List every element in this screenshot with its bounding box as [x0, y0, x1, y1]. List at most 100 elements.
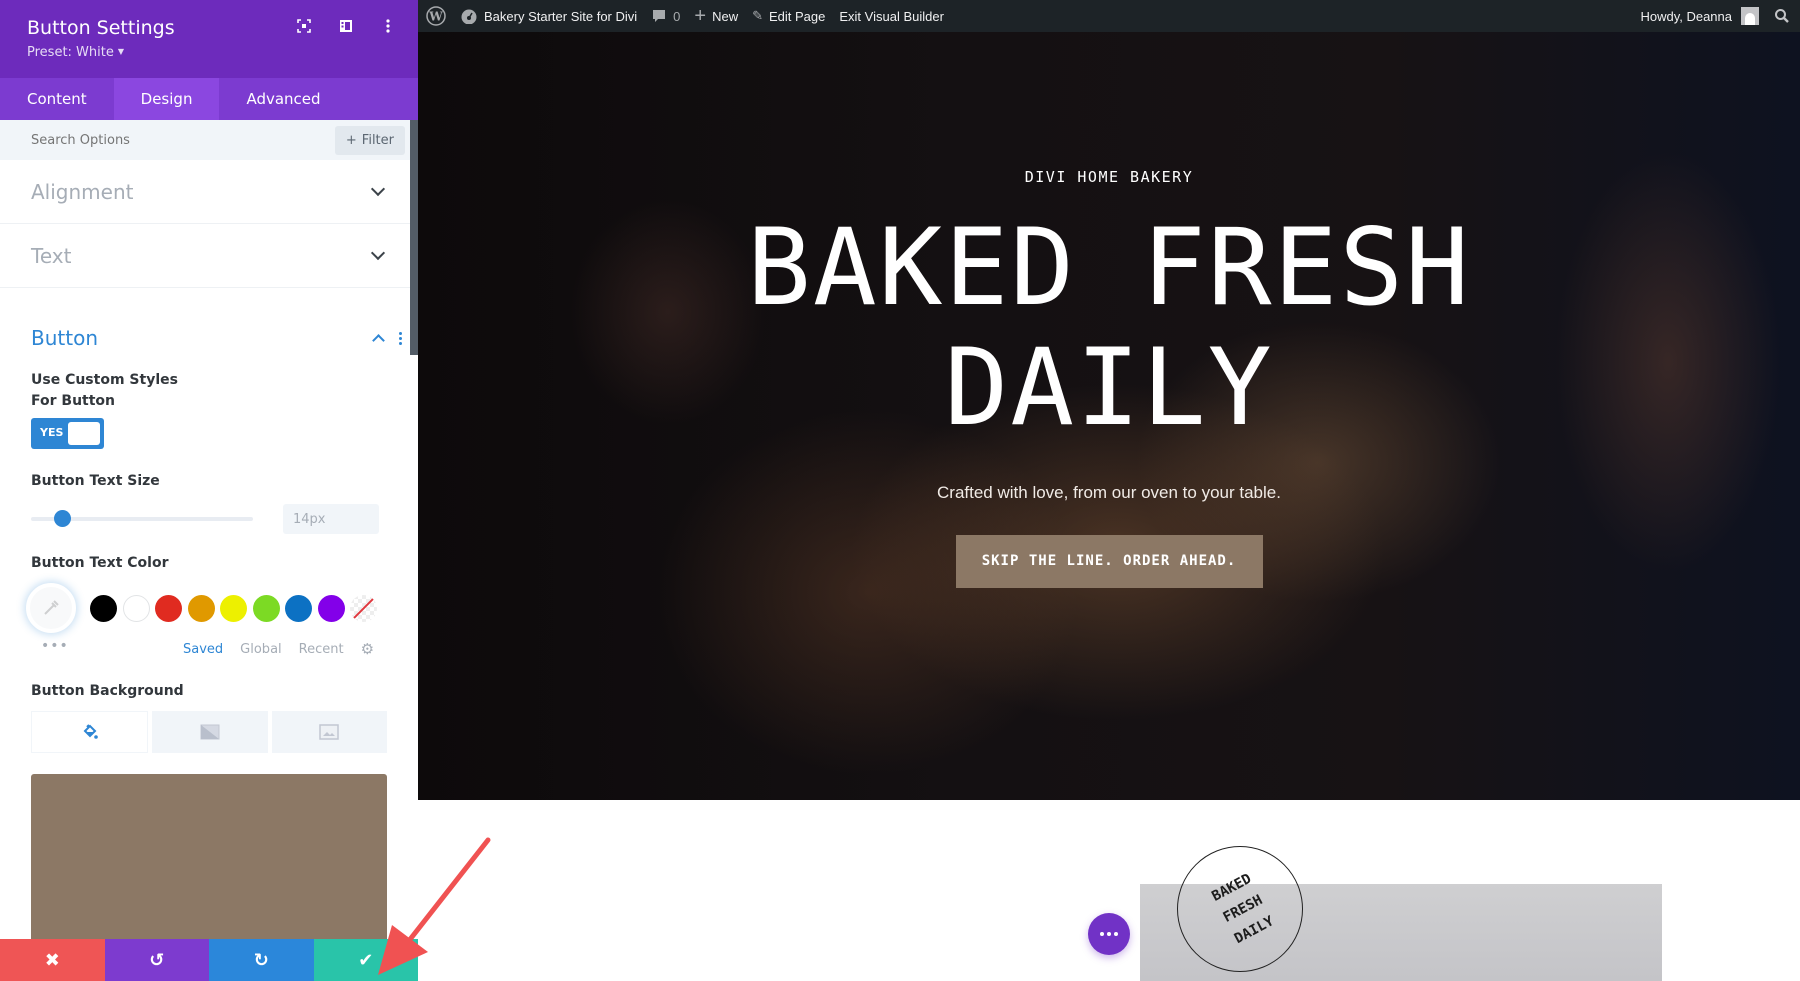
redo-icon: ↻	[253, 949, 269, 971]
panel-scrollbar[interactable]	[410, 120, 418, 355]
avatar[interactable]	[1741, 7, 1759, 25]
site-name: Bakery Starter Site for Divi	[484, 8, 638, 24]
group-title: Alignment	[31, 179, 134, 204]
split-view-icon[interactable]	[338, 18, 354, 34]
swatch-orange[interactable]	[187, 594, 215, 622]
preset-label: Preset: White	[27, 45, 114, 60]
settings-panel: Button Settings Preset: White ▼ Content D…	[0, 0, 418, 981]
palette-tab-recent[interactable]: Recent	[299, 642, 344, 657]
plus-icon: +	[694, 5, 707, 27]
bg-tab-gradient[interactable]	[152, 711, 268, 753]
image-icon	[319, 724, 340, 740]
account-area: Howdy, Deanna	[1640, 7, 1790, 25]
wordpress-logo-icon: W	[426, 6, 446, 26]
search-icon[interactable]	[1774, 8, 1790, 24]
gear-icon[interactable]: ⚙	[361, 640, 374, 658]
order-ahead-button[interactable]: SKIP THE LINE. ORDER AHEAD.	[955, 535, 1263, 588]
panel-header-actions	[296, 18, 396, 34]
custom-styles-label: Use Custom Styles For Button	[31, 372, 178, 409]
undo-button[interactable]: ↺	[104, 939, 209, 981]
pencil-icon: ✎	[752, 8, 763, 23]
background-type-tabs	[31, 711, 387, 753]
chevron-down-icon	[370, 245, 386, 261]
palette-tab-saved[interactable]: Saved	[183, 642, 223, 657]
swatch-yellow[interactable]	[220, 594, 247, 622]
undo-icon: ↺	[149, 949, 165, 971]
group-alignment[interactable]: Alignment	[0, 160, 418, 224]
hero-content: DIVI HOME BAKERY BAKED FRESH DAILY Craft…	[418, 32, 1800, 588]
filter-button[interactable]: + Filter	[334, 126, 405, 155]
new-label: New	[712, 8, 739, 24]
bg-tab-color[interactable]	[31, 711, 149, 753]
swatch-blue[interactable]	[285, 594, 312, 622]
more-vertical-icon[interactable]	[380, 18, 396, 34]
user-greeting[interactable]: Howdy, Deanna	[1640, 9, 1732, 24]
panel-tabs: Content Design Advanced	[0, 78, 418, 120]
discard-button[interactable]: ✖	[0, 939, 105, 981]
checkmark-icon: ✔	[358, 949, 374, 971]
text-size-label: Button Text Size	[31, 473, 160, 489]
next-section: BAKED FRESH DAILY	[418, 800, 1800, 981]
group-button-header[interactable]: Button	[31, 288, 402, 370]
site-name-link[interactable]: Bakery Starter Site for Divi	[460, 8, 637, 24]
background-color-preview[interactable]	[31, 774, 387, 949]
slider-handle[interactable]	[54, 510, 72, 527]
group-title: Button	[31, 326, 98, 350]
focus-icon[interactable]	[296, 18, 312, 34]
chevron-up-icon[interactable]	[372, 334, 385, 347]
comment-icon	[653, 10, 666, 22]
palette-tab-global[interactable]: Global	[240, 642, 281, 657]
hero-section[interactable]: DIVI HOME BAKERY BAKED FRESH DAILY Craft…	[418, 32, 1800, 800]
wordpress-menu[interactable]: W	[426, 6, 446, 26]
text-size-control	[31, 503, 387, 535]
text-size-slider[interactable]	[31, 510, 253, 527]
hero-heading-line-1: BAKED FRESH	[747, 206, 1471, 329]
save-button[interactable]: ✔	[313, 939, 418, 981]
hero-subtitle: DIVI HOME BAKERY	[1024, 168, 1194, 186]
swatch-red[interactable]	[155, 594, 182, 622]
filter-label: Filter	[361, 133, 394, 148]
comments-link[interactable]: 0	[651, 8, 680, 24]
caret-down-icon: ▼	[117, 47, 125, 56]
wp-admin-bar: W Bakery Starter Site for Divi 0 + New ✎…	[418, 0, 1800, 32]
redo-button[interactable]: ↻	[209, 939, 314, 981]
swatch-white[interactable]	[122, 594, 150, 622]
tab-content[interactable]: Content	[0, 78, 114, 120]
palette-tabs: ••• Saved Global Recent ⚙	[31, 638, 387, 659]
group-button: Button Use Custom Styles For Button YES …	[0, 288, 418, 949]
swatch-purple[interactable]	[317, 594, 345, 622]
section-options-button[interactable]	[1088, 913, 1130, 955]
group-text[interactable]: Text	[0, 224, 418, 288]
tab-design[interactable]: Design	[113, 78, 220, 120]
more-vertical-icon[interactable]	[399, 331, 402, 345]
swatch-none[interactable]	[350, 594, 377, 622]
hero-heading-line-2: DAILY	[944, 326, 1274, 449]
color-swatches	[26, 583, 387, 633]
plus-icon: +	[345, 133, 357, 148]
more-colors-button[interactable]: •••	[31, 638, 183, 654]
custom-styles-toggle[interactable]: YES	[31, 418, 104, 449]
hero-tagline: Crafted with love, from our oven to your…	[937, 483, 1281, 502]
hero-heading: BAKED FRESH DAILY	[418, 208, 1800, 448]
toggle-state: YES	[40, 426, 64, 439]
edit-page-label: Edit Page	[769, 8, 826, 24]
swatch-green[interactable]	[252, 594, 280, 622]
text-color-label: Button Text Color	[31, 555, 169, 571]
preset-selector[interactable]: Preset: White ▼	[27, 45, 418, 60]
edit-page-link[interactable]: ✎ Edit Page	[752, 8, 825, 24]
bg-tab-image[interactable]	[271, 711, 387, 753]
new-content-link[interactable]: + New	[694, 5, 739, 27]
background-label: Button Background	[31, 683, 184, 699]
exit-visual-builder-link[interactable]: Exit Visual Builder	[839, 9, 944, 24]
group-actions	[372, 331, 402, 347]
eyedropper-icon	[44, 600, 59, 615]
search-options-input[interactable]	[31, 132, 291, 148]
close-icon: ✖	[44, 949, 60, 971]
color-picker-button[interactable]	[26, 583, 76, 633]
panel-header: Button Settings Preset: White ▼	[0, 0, 418, 78]
gradient-icon	[200, 724, 220, 740]
text-size-input[interactable]	[283, 504, 379, 534]
group-title: Text	[31, 243, 72, 268]
tab-advanced[interactable]: Advanced	[219, 78, 347, 120]
swatch-black[interactable]	[90, 594, 117, 622]
